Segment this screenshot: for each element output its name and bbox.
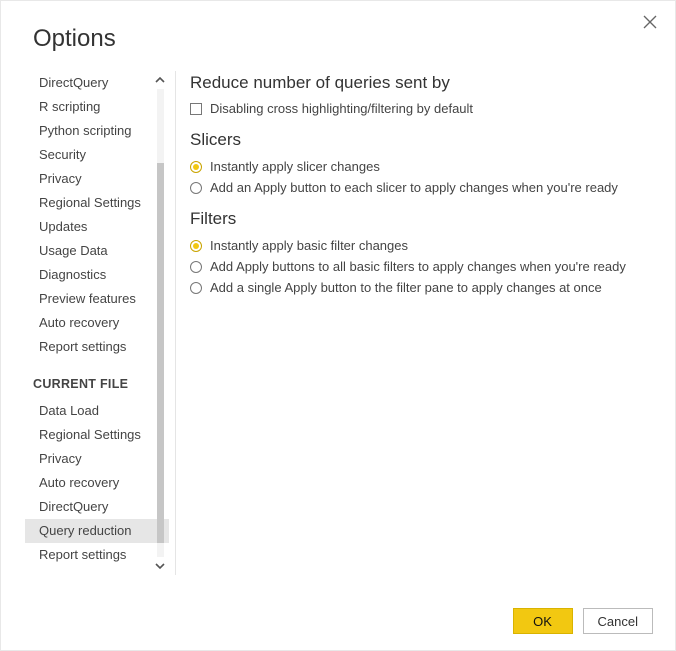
heading-reduce-queries: Reduce number of queries sent by bbox=[190, 73, 645, 93]
heading-filters: Filters bbox=[190, 209, 645, 229]
ok-button[interactable]: OK bbox=[513, 608, 573, 634]
sidebar-item-regional-settings-file[interactable]: Regional Settings bbox=[33, 423, 169, 447]
close-icon[interactable] bbox=[643, 15, 657, 29]
vertical-divider bbox=[175, 71, 176, 575]
sidebar-item-report-settings[interactable]: Report settings bbox=[33, 335, 169, 359]
sidebar-item-auto-recovery[interactable]: Auto recovery bbox=[33, 311, 169, 335]
label-disable-cross-highlight: Disabling cross highlighting/filtering b… bbox=[210, 101, 473, 116]
checkbox-disable-cross-highlight[interactable] bbox=[190, 103, 202, 115]
sidebar-item-directquery-file[interactable]: DirectQuery bbox=[33, 495, 169, 519]
radio-slicer-instant[interactable] bbox=[190, 161, 202, 173]
scroll-thumb[interactable] bbox=[157, 163, 164, 543]
radio-filter-apply-single[interactable] bbox=[190, 282, 202, 294]
sidebar-item-privacy-file[interactable]: Privacy bbox=[33, 447, 169, 471]
sidebar-item-auto-recovery-file[interactable]: Auto recovery bbox=[33, 471, 169, 495]
scroll-down-icon[interactable] bbox=[151, 557, 169, 575]
dialog-footer: OK Cancel bbox=[513, 608, 653, 634]
sidebar-item-report-settings-file[interactable]: Report settings bbox=[33, 543, 169, 567]
sidebar-item-regional-settings[interactable]: Regional Settings bbox=[33, 191, 169, 215]
sidebar-item-security[interactable]: Security bbox=[33, 143, 169, 167]
sidebar-item-updates[interactable]: Updates bbox=[33, 215, 169, 239]
sidebar-item-diagnostics[interactable]: Diagnostics bbox=[33, 263, 169, 287]
label-slicer-apply-button: Add an Apply button to each slicer to ap… bbox=[210, 179, 618, 197]
cancel-button[interactable]: Cancel bbox=[583, 608, 653, 634]
content-pane: Reduce number of queries sent by Disabli… bbox=[190, 71, 675, 575]
sidebar-item-usage-data[interactable]: Usage Data bbox=[33, 239, 169, 263]
radio-filter-instant[interactable] bbox=[190, 240, 202, 252]
sidebar-item-python-scripting[interactable]: Python scripting bbox=[33, 119, 169, 143]
label-filter-apply-single: Add a single Apply button to the filter … bbox=[210, 279, 602, 297]
scroll-track[interactable] bbox=[157, 89, 164, 557]
sidebar-item-r-scripting[interactable]: R scripting bbox=[33, 95, 169, 119]
radio-slicer-apply-button[interactable] bbox=[190, 182, 202, 194]
sidebar-item-directquery[interactable]: DirectQuery bbox=[33, 71, 169, 95]
heading-slicers: Slicers bbox=[190, 130, 645, 150]
sidebar-item-data-load[interactable]: Data Load bbox=[33, 399, 169, 423]
label-filter-apply-each: Add Apply buttons to all basic filters t… bbox=[210, 258, 626, 276]
scroll-up-icon[interactable] bbox=[151, 71, 169, 89]
label-filter-instant: Instantly apply basic filter changes bbox=[210, 237, 408, 255]
sidebar-scrollbar[interactable] bbox=[151, 71, 169, 575]
sidebar-item-query-reduction[interactable]: Query reduction bbox=[25, 519, 169, 543]
dialog-title: Options bbox=[33, 25, 675, 53]
label-slicer-instant: Instantly apply slicer changes bbox=[210, 158, 380, 176]
sidebar-item-privacy[interactable]: Privacy bbox=[33, 167, 169, 191]
sidebar: DirectQuery R scripting Python scripting… bbox=[19, 71, 169, 575]
radio-filter-apply-each[interactable] bbox=[190, 261, 202, 273]
sidebar-item-preview-features[interactable]: Preview features bbox=[33, 287, 169, 311]
sidebar-section-current-file: CURRENT FILE bbox=[33, 377, 169, 391]
